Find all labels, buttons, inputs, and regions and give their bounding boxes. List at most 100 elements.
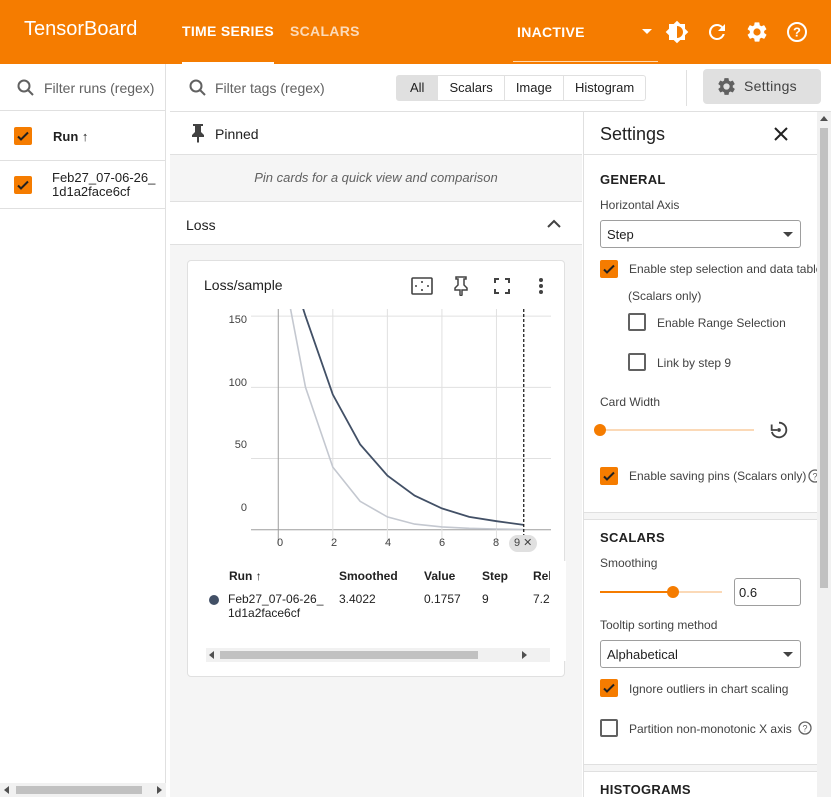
type-histogram-button[interactable]: Histogram bbox=[564, 76, 645, 100]
cell-value: 0.1757 bbox=[424, 592, 461, 606]
chevron-down-icon bbox=[783, 232, 793, 237]
close-icon[interactable] bbox=[773, 126, 789, 147]
col-run[interactable]: Run ↑ bbox=[229, 569, 262, 583]
section-divider bbox=[584, 512, 831, 520]
settings-title: Settings bbox=[600, 124, 666, 144]
smoothing-value: 0.6 bbox=[739, 585, 758, 600]
reset-icon[interactable] bbox=[768, 419, 790, 446]
link-by-step-checkbox[interactable] bbox=[628, 353, 646, 371]
scalar-card: Loss/sample 150 100 50 0 0 2 4 6 8 9 ✕ R… bbox=[187, 260, 566, 677]
table-horizontal-scrollbar[interactable] bbox=[206, 648, 550, 662]
smoothing-thumb[interactable] bbox=[667, 586, 679, 598]
scroll-left-icon[interactable] bbox=[209, 651, 214, 659]
select-value: Step bbox=[607, 227, 634, 242]
plugin-status-select[interactable]: INACTIVE bbox=[513, 0, 658, 62]
col-relative[interactable]: Rel bbox=[533, 569, 552, 583]
runs-horizontal-scrollbar[interactable] bbox=[0, 783, 166, 797]
scroll-right-icon[interactable] bbox=[522, 651, 527, 659]
gear-icon bbox=[716, 76, 737, 102]
run-color-dot bbox=[209, 595, 219, 605]
tab-scalars[interactable]: SCALARS bbox=[290, 0, 360, 64]
card-width-label: Card Width bbox=[600, 395, 661, 409]
card-width-thumb[interactable] bbox=[594, 424, 606, 436]
section-general: GENERAL bbox=[600, 172, 666, 187]
scroll-thumb[interactable] bbox=[16, 786, 142, 794]
card-title: Loss/sample bbox=[204, 277, 283, 293]
runs-filter[interactable]: Filter runs (regex) bbox=[0, 64, 165, 111]
loss-group-header[interactable]: Loss bbox=[170, 201, 582, 245]
settings-button[interactable]: Settings bbox=[703, 69, 821, 104]
x-tick-label: 0 bbox=[277, 537, 284, 549]
main-content: Pinned Pin cards for a quick view and co… bbox=[170, 64, 582, 797]
smoothing-input[interactable]: 0.6 bbox=[734, 578, 801, 606]
smoothing-label: Smoothing bbox=[600, 556, 658, 570]
loss-chart[interactable] bbox=[251, 309, 551, 544]
refresh-icon[interactable] bbox=[705, 20, 729, 44]
scroll-thumb[interactable] bbox=[220, 651, 478, 659]
col-smoothed[interactable]: Smoothed bbox=[339, 569, 398, 583]
plugin-type-toggle: All Scalars Image Histogram bbox=[396, 75, 647, 101]
tag-filter-bar: Filter tags (regex) All Scalars Image Hi… bbox=[170, 64, 831, 112]
pinned-title: Pinned bbox=[215, 126, 259, 142]
brightness-icon[interactable] bbox=[665, 20, 689, 44]
section-scalars: SCALARS bbox=[600, 530, 665, 545]
smoothing-track-fill bbox=[600, 591, 673, 593]
tooltip-sort-label: Tooltip sorting method bbox=[600, 618, 718, 632]
scroll-up-icon[interactable] bbox=[820, 116, 828, 121]
horizontal-axis-label: Horizontal Axis bbox=[600, 198, 680, 212]
fit-domain-icon[interactable] bbox=[411, 277, 433, 300]
type-all-button[interactable]: All bbox=[397, 76, 439, 100]
scroll-thumb[interactable] bbox=[820, 128, 828, 588]
pinned-section-header: Pinned bbox=[170, 112, 582, 155]
more-vert-icon[interactable] bbox=[538, 277, 544, 300]
y-tick-label: 0 bbox=[240, 502, 247, 514]
col-step[interactable]: Step bbox=[482, 569, 508, 583]
type-scalars-button[interactable]: Scalars bbox=[438, 76, 505, 100]
fullscreen-icon[interactable] bbox=[494, 278, 510, 299]
scroll-right-icon[interactable] bbox=[157, 786, 162, 794]
help-icon[interactable]: ? bbox=[798, 721, 812, 740]
type-image-button[interactable]: Image bbox=[505, 76, 564, 100]
top-app-bar: TensorBoard TIME SERIES SCALARS INACTIVE… bbox=[0, 0, 831, 64]
tooltip-sort-select[interactable]: Alphabetical bbox=[600, 640, 801, 668]
select-all-runs-checkbox[interactable] bbox=[14, 127, 32, 145]
x-tick-label: 6 bbox=[439, 537, 446, 549]
ignore-outliers-checkbox[interactable] bbox=[600, 679, 618, 697]
card-width-track[interactable] bbox=[600, 429, 754, 431]
search-icon bbox=[16, 78, 36, 103]
run-column-header[interactable]: Run ↑ bbox=[53, 129, 88, 144]
chevron-down-icon bbox=[783, 652, 793, 657]
range-selection-checkbox[interactable] bbox=[628, 313, 646, 331]
help-icon[interactable]: ? bbox=[785, 20, 809, 44]
settings-panel: Settings GENERAL Horizontal Axis Step En… bbox=[583, 112, 831, 797]
y-tick-label: 50 bbox=[234, 439, 247, 451]
step-marker-chip[interactable]: 9 ✕ bbox=[509, 535, 538, 552]
scroll-left-icon[interactable] bbox=[4, 786, 9, 794]
settings-vertical-scrollbar[interactable] bbox=[817, 112, 831, 797]
status-label: INACTIVE bbox=[517, 24, 585, 40]
tag-filter-input[interactable]: Filter tags (regex) bbox=[215, 80, 325, 96]
pin-icon bbox=[189, 123, 207, 148]
ignore-outliers-label: Ignore outliers in chart scaling bbox=[629, 682, 789, 696]
gear-icon[interactable] bbox=[745, 20, 769, 44]
y-tick-label: 150 bbox=[228, 314, 247, 326]
section-histograms: HISTOGRAMS bbox=[600, 782, 691, 797]
runs-panel: Filter runs (regex) Run ↑ Feb27_07-06-26… bbox=[0, 64, 166, 797]
step-selection-label: Enable step selection and data table bbox=[629, 262, 823, 276]
tab-time-series[interactable]: TIME SERIES bbox=[182, 0, 274, 64]
search-icon bbox=[188, 78, 208, 103]
pin-icon[interactable] bbox=[453, 276, 469, 301]
partition-checkbox[interactable] bbox=[600, 719, 618, 737]
run-checkbox[interactable] bbox=[14, 176, 32, 194]
chevron-up-icon[interactable] bbox=[547, 216, 561, 234]
cell-run: Feb27_07-06-26_1d1a2face6cf bbox=[228, 592, 324, 620]
x-tick-label: 4 bbox=[385, 537, 392, 549]
saving-pins-checkbox[interactable] bbox=[600, 467, 618, 485]
runs-filter-placeholder: Filter runs (regex) bbox=[44, 80, 155, 96]
col-value[interactable]: Value bbox=[424, 569, 455, 583]
step-selection-checkbox[interactable] bbox=[600, 260, 618, 278]
pinned-empty-message: Pin cards for a quick view and compariso… bbox=[254, 170, 498, 185]
partition-label: Partition non-monotonic X axis bbox=[629, 722, 792, 736]
settings-button-label: Settings bbox=[744, 78, 797, 94]
horizontal-axis-select[interactable]: Step bbox=[600, 220, 801, 248]
